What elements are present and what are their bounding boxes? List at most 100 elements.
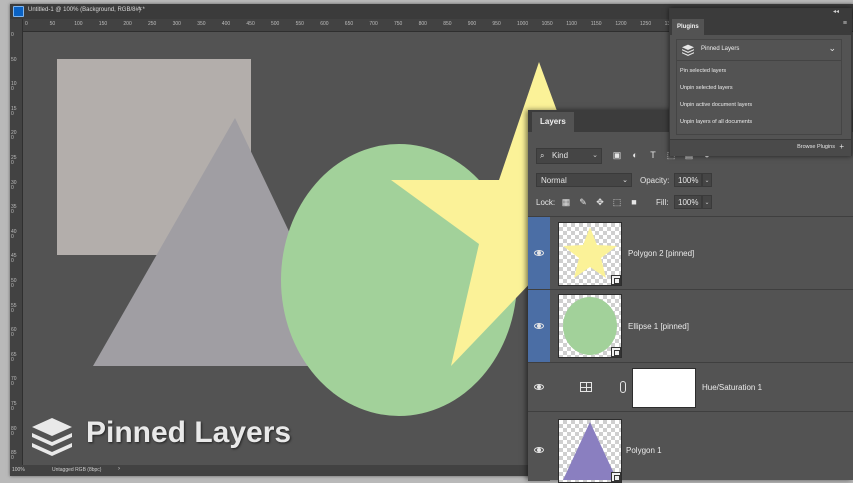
browse-plugins-link[interactable]: Browse Plugins bbox=[797, 144, 835, 150]
ruler-tick-label: 0 bbox=[11, 32, 14, 38]
ruler-tick-label: 700 bbox=[11, 376, 17, 388]
opacity-input[interactable]: 100% bbox=[674, 173, 702, 187]
ruler-tick-label: 450 bbox=[246, 21, 255, 27]
panel-menu-icon[interactable]: ≡ bbox=[843, 20, 847, 27]
fill-input[interactable]: 100% bbox=[674, 195, 702, 209]
unpin-active-document-layers-button[interactable]: Unpin active document layers bbox=[680, 102, 752, 108]
collapse-panel-icon[interactable]: ◂◂ bbox=[833, 8, 839, 15]
chevron-down-icon[interactable]: ⌄ bbox=[828, 43, 836, 54]
ruler-tick-label: 0 bbox=[25, 21, 28, 27]
photoshop-icon bbox=[13, 6, 24, 17]
filter-kind-select[interactable]: ⌕ Kind ⌄ bbox=[536, 148, 602, 164]
eye-icon[interactable] bbox=[534, 384, 544, 390]
search-icon: ⌕ bbox=[540, 151, 545, 160]
shape-layer-badge-icon bbox=[611, 275, 621, 285]
plus-icon[interactable]: + bbox=[839, 142, 844, 151]
ruler-tick-label: 500 bbox=[11, 278, 17, 289]
ruler-tick-label: 1050 bbox=[541, 21, 553, 27]
ruler-tick-label: 900 bbox=[467, 21, 477, 27]
zoom-level[interactable]: 100% bbox=[12, 467, 25, 473]
chevron-down-icon: ⌄ bbox=[592, 152, 598, 159]
layer-row-polygon-1[interactable]: Polygon 1 bbox=[528, 411, 853, 483]
ruler-tick-label: 600 bbox=[320, 21, 329, 27]
layer-row-polygon-2[interactable]: Polygon 2 [pinned] bbox=[528, 216, 853, 289]
plugin-header[interactable]: Pinned Layers ⌄ bbox=[677, 40, 841, 61]
ruler-tick-label: 1100 bbox=[566, 21, 577, 27]
lock-transparent-icon[interactable]: ▦ bbox=[561, 197, 571, 207]
plugins-panel: ◂◂ Plugins ≡ Pinned Layers ⌄ Pin selecte… bbox=[669, 8, 852, 156]
document-tab-title: Untitled-1 @ 100% (Background, RGB/8#) * bbox=[28, 7, 145, 13]
ruler-tick-label: 450 bbox=[11, 253, 17, 265]
shape-layer-badge-icon bbox=[611, 347, 621, 357]
ruler-tick-label: 150 bbox=[11, 105, 17, 117]
layer-visibility-cell bbox=[528, 217, 550, 289]
unpin-all-documents-layers-button[interactable]: Unpin layers of all documents bbox=[680, 119, 752, 125]
ruler-tick-label: 800 bbox=[418, 21, 427, 27]
ruler-tick-label: 850 bbox=[443, 21, 452, 27]
ruler-tick-label: 200 bbox=[11, 130, 17, 142]
close-tab-icon[interactable]: × bbox=[138, 6, 142, 13]
stacked-layers-logo-icon bbox=[32, 418, 72, 456]
layer-row-hue-saturation-1[interactable]: Hue/Saturation 1 bbox=[528, 362, 853, 411]
blend-mode-value: Normal bbox=[541, 176, 567, 185]
fill-dropdown-icon[interactable]: ⌄ bbox=[702, 195, 712, 209]
layer-row-ellipse-1[interactable]: Ellipse 1 [pinned] bbox=[528, 289, 853, 362]
layer-name[interactable]: Hue/Saturation 1 bbox=[702, 383, 762, 392]
ruler-tick-label: 400 bbox=[221, 21, 231, 27]
layer-name[interactable]: Polygon 1 bbox=[626, 446, 662, 455]
blend-row: Normal ⌄ Opacity: 100% ⌄ bbox=[528, 172, 853, 190]
ruler-tick-label: 150 bbox=[98, 21, 108, 27]
blend-mode-select[interactable]: Normal ⌄ bbox=[536, 173, 632, 187]
ruler-tick-label: 550 bbox=[11, 302, 17, 314]
lock-artboard-icon[interactable]: ⬚ bbox=[612, 197, 622, 207]
layer-visibility-cell bbox=[528, 412, 550, 481]
ruler-tick-label: 500 bbox=[271, 21, 280, 27]
pin-selected-layers-button[interactable]: Pin selected layers bbox=[680, 68, 726, 74]
type-filter-icon[interactable]: T bbox=[648, 150, 658, 160]
layer-visibility-cell bbox=[528, 363, 550, 411]
adjustment-filter-icon[interactable]: ◐ bbox=[630, 150, 640, 160]
pixel-filter-icon[interactable]: ▣ bbox=[612, 150, 622, 160]
ruler-tick-label: 50 bbox=[49, 21, 56, 27]
ruler-tick-label: 850 bbox=[11, 450, 17, 462]
layer-name[interactable]: Ellipse 1 [pinned] bbox=[628, 322, 689, 331]
lock-position-icon[interactable]: ✥ bbox=[595, 197, 605, 207]
status-arrow-icon[interactable]: › bbox=[118, 466, 120, 472]
filter-kind-label: Kind bbox=[552, 151, 569, 160]
lock-image-icon[interactable]: ✎ bbox=[578, 197, 588, 207]
eye-icon[interactable] bbox=[534, 323, 544, 329]
ruler-tick-label: 100 bbox=[11, 81, 17, 93]
chevron-down-icon: ⌄ bbox=[622, 177, 628, 184]
plugin-name: Pinned Layers bbox=[701, 46, 740, 52]
link-icon[interactable] bbox=[620, 381, 626, 393]
lock-all-icon[interactable]: ■ bbox=[629, 197, 639, 207]
hue-saturation-adjustment-icon bbox=[580, 382, 592, 392]
plugins-tab-bar: Plugins ≡ bbox=[670, 17, 851, 35]
plugin-section: Pinned Layers ⌄ Pin selected layers Unpi… bbox=[676, 39, 842, 135]
ruler-tick-label: 1000 bbox=[517, 21, 529, 27]
eye-icon[interactable] bbox=[534, 250, 544, 256]
plugins-tab[interactable]: Plugins bbox=[672, 19, 704, 35]
ruler-tick-label: 650 bbox=[11, 351, 17, 363]
layers-tab[interactable]: Layers bbox=[532, 112, 574, 132]
branding: Pinned Layers bbox=[28, 412, 318, 458]
vertical-ruler[interactable]: 0 50 100 150 200 250 300 350 400 450 500 550 600 650 7… bbox=[10, 19, 23, 465]
fill-label: Fill: bbox=[656, 198, 669, 207]
ruler-tick-label: 200 bbox=[123, 21, 132, 27]
brand-title: Pinned Layers bbox=[86, 416, 292, 449]
layer-thumbnail-star bbox=[558, 222, 622, 286]
ruler-tick-label: 1200 bbox=[615, 21, 627, 27]
opacity-dropdown-icon[interactable]: ⌄ bbox=[702, 173, 712, 187]
unpin-selected-layers-button[interactable]: Unpin selected layers bbox=[680, 85, 733, 91]
ruler-tick-label: 800 bbox=[11, 425, 17, 437]
eye-icon[interactable] bbox=[534, 447, 544, 453]
ruler-tick-label: 1250 bbox=[640, 21, 652, 27]
shape-layer-badge-icon bbox=[611, 472, 621, 482]
ruler-tick-label: 950 bbox=[492, 21, 501, 27]
ruler-tick-label: 650 bbox=[344, 21, 354, 27]
layer-name[interactable]: Polygon 2 [pinned] bbox=[628, 249, 694, 258]
stacked-layers-icon bbox=[682, 44, 694, 56]
ruler-tick-label: 300 bbox=[172, 21, 181, 27]
layer-mask-thumbnail[interactable] bbox=[632, 368, 696, 408]
opacity-label: Opacity: bbox=[640, 176, 670, 185]
